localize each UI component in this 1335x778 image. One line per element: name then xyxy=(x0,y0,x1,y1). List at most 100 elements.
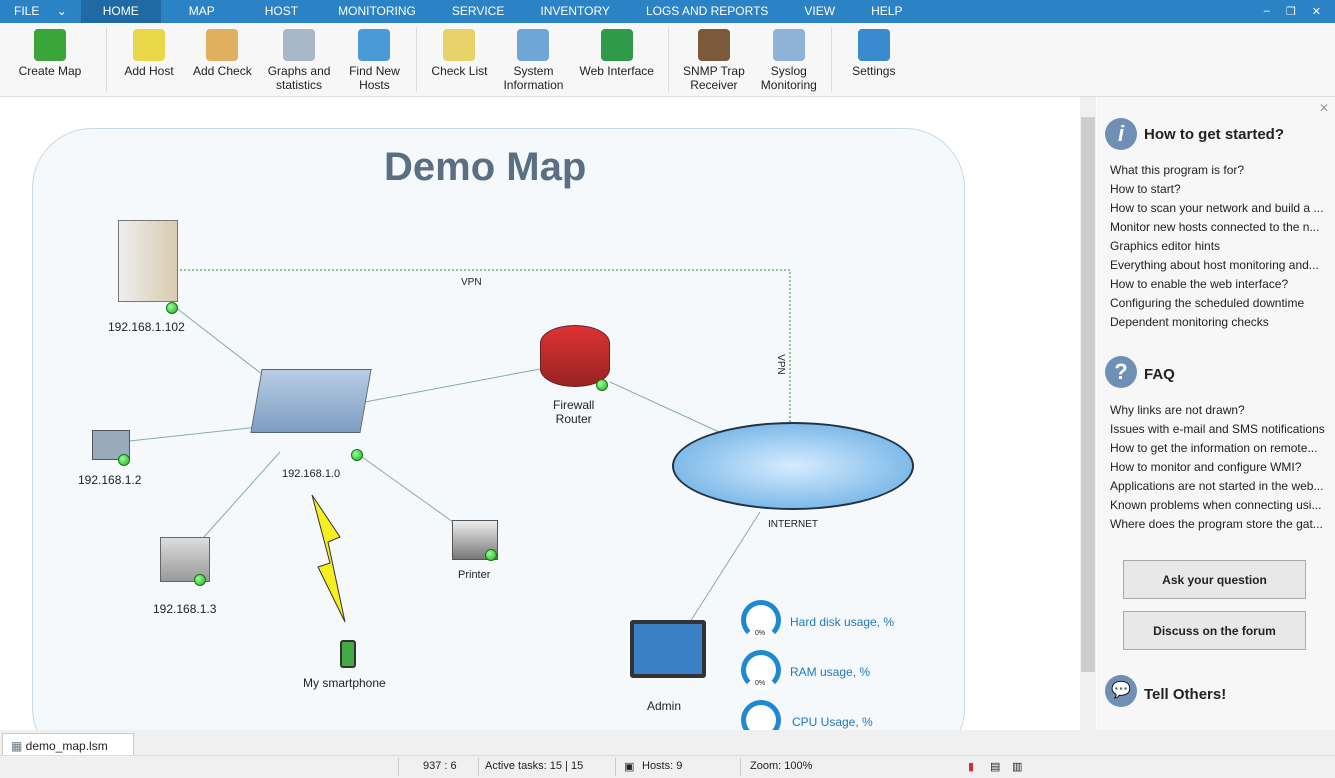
menu-view[interactable]: VIEW xyxy=(786,0,853,23)
menu-map[interactable]: MAP xyxy=(161,0,243,23)
gauge-label: RAM usage, % xyxy=(790,665,871,679)
ribbon-button-label: Graphs and statistics xyxy=(267,64,331,92)
status-ok-icon xyxy=(118,454,130,466)
menu-file[interactable]: FILE ⌄ xyxy=(0,0,81,23)
help-link[interactable]: How to start? xyxy=(1110,182,1181,196)
ribbon-system-info-button[interactable]: System Information xyxy=(495,23,571,96)
graphs-icon xyxy=(283,29,316,61)
ribbon-add-host-button[interactable]: Add Host xyxy=(113,23,185,96)
node-label: INTERNET xyxy=(768,519,818,530)
menu-service[interactable]: SERVICE xyxy=(434,0,522,23)
system-info-icon xyxy=(517,29,550,61)
syslog-icon[interactable]: ▥ xyxy=(1012,760,1022,773)
info-icon: i xyxy=(1105,118,1137,150)
document-tabs: ▦ demo_map.lsm xyxy=(0,730,1335,757)
node-label: 192.168.1.102 xyxy=(108,320,185,334)
ribbon-button-label: Web Interface xyxy=(579,64,654,78)
link-switch-printer[interactable] xyxy=(354,451,461,528)
alert-icon[interactable]: ▮ xyxy=(968,760,974,773)
ribbon-separator xyxy=(416,27,418,92)
ribbon-globe-button[interactable]: Web Interface xyxy=(571,23,661,96)
menu-inventory[interactable]: INVENTORY xyxy=(522,0,628,23)
help-link[interactable]: Where does the program store the gat... xyxy=(1110,517,1323,531)
menu-bar: FILE ⌄ HOME MAP HOST MONITORING SERVICE … xyxy=(0,0,1335,23)
restore-button[interactable]: ❐ xyxy=(1286,5,1296,18)
status-ok-icon xyxy=(194,574,206,586)
globe-icon xyxy=(600,29,633,61)
help-link[interactable]: How to enable the web interface? xyxy=(1110,277,1288,291)
scrollbar-thumb[interactable] xyxy=(1081,117,1095,672)
status-bar: 937 : 6 Active tasks: 15 | 15 ▣ Hosts: 9… xyxy=(0,755,1335,778)
help-link[interactable]: Dependent monitoring checks xyxy=(1110,315,1269,329)
ribbon-button-label: Settings xyxy=(852,64,896,78)
help-link[interactable]: Issues with e-mail and SMS notifications xyxy=(1110,422,1325,436)
status-ok-icon xyxy=(596,379,608,391)
menu-file-label: FILE xyxy=(14,4,40,18)
link-router-cloud[interactable] xyxy=(609,381,731,438)
help-link[interactable]: Applications are not started in the web.… xyxy=(1110,479,1323,493)
status-ok-icon xyxy=(485,549,497,561)
close-button[interactable]: ✕ xyxy=(1312,5,1321,18)
ribbon-gear-button[interactable]: Settings xyxy=(838,23,910,96)
ask-question-button[interactable]: Ask your question xyxy=(1123,560,1306,599)
ribbon-button-label: Add Host xyxy=(124,64,174,78)
menu-host[interactable]: HOST xyxy=(243,0,320,23)
switch-icon[interactable] xyxy=(250,369,372,433)
link-plotter-switch[interactable] xyxy=(194,451,281,548)
minimize-button[interactable]: – xyxy=(1264,5,1270,18)
help-link[interactable]: Configuring the scheduled downtime xyxy=(1110,296,1304,310)
cursor-coords: 937 : 6 xyxy=(423,760,457,772)
hosts-count: Hosts: 9 xyxy=(642,760,683,772)
help-link[interactable]: Monitor new hosts connected to the n... xyxy=(1110,220,1319,234)
ribbon-create-map-button[interactable]: Create Map xyxy=(0,23,100,96)
ribbon-syslog-button[interactable]: Syslog Monitoring xyxy=(753,23,825,96)
forum-button[interactable]: Discuss on the forum xyxy=(1123,611,1306,650)
smartphone-icon[interactable] xyxy=(340,640,356,668)
node-label: 192.168.1.3 xyxy=(153,602,217,616)
tab-label: demo_map.lsm xyxy=(25,739,108,753)
link-switch-router[interactable] xyxy=(364,368,541,403)
node-label: Admin xyxy=(647,699,682,713)
help-link[interactable]: Known problems when connecting usi... xyxy=(1110,498,1321,512)
ribbon-graphs-button[interactable]: Graphs and statistics xyxy=(260,23,339,96)
help-link[interactable]: How to monitor and configure WMI? xyxy=(1110,460,1301,474)
node-label: Firewall Router xyxy=(553,398,595,426)
help-link[interactable]: Why links are not drawn? xyxy=(1110,403,1245,417)
map-canvas[interactable]: Demo Map VPN VPN 192.168.1.102 192.168.1… xyxy=(0,97,1080,730)
ribbon-snmp-trap-button[interactable]: SNMP Trap Receiver xyxy=(675,23,753,96)
ribbon-add-check-button[interactable]: Add Check xyxy=(185,23,260,96)
menu-logs-reports[interactable]: LOGS AND REPORTS xyxy=(628,0,786,23)
gauge-label: Hard disk usage, % xyxy=(790,615,895,629)
ribbon-button-label: Syslog Monitoring xyxy=(760,64,817,92)
add-host-icon xyxy=(133,29,165,61)
snmp-trap-icon xyxy=(697,29,730,61)
menu-monitoring[interactable]: MONITORING xyxy=(320,0,434,23)
syslog-icon xyxy=(772,29,805,61)
menu-home[interactable]: HOME xyxy=(80,0,161,23)
help-link[interactable]: How to get the information on remote... xyxy=(1110,441,1317,455)
server-icon[interactable] xyxy=(118,220,178,302)
help-link[interactable]: What this program is for? xyxy=(1110,163,1244,177)
close-panel-icon[interactable]: ✕ xyxy=(1319,101,1329,115)
router-icon[interactable] xyxy=(540,325,610,387)
snmp-icon[interactable]: ▤ xyxy=(990,760,1000,773)
section-title: FAQ xyxy=(1144,366,1175,383)
ribbon-button-label: System Information xyxy=(503,64,564,92)
add-check-icon xyxy=(206,29,239,61)
chevron-down-icon: ⌄ xyxy=(56,4,67,18)
help-link[interactable]: How to scan your network and build a ... xyxy=(1110,201,1323,215)
ribbon-button-label: Add Check xyxy=(193,64,252,78)
active-tasks: Active tasks: 15 | 15 xyxy=(485,760,584,772)
ribbon-check-list-button[interactable]: Check List xyxy=(423,23,495,96)
cloud-icon[interactable] xyxy=(672,422,914,510)
help-link[interactable]: Graphics editor hints xyxy=(1110,239,1220,253)
ribbon-find-hosts-button[interactable]: Find New Hosts xyxy=(338,23,410,96)
ribbon-button-label: Check List xyxy=(431,64,488,78)
node-label: 192.168.1.2 xyxy=(78,473,142,487)
ribbon-separator xyxy=(106,27,107,92)
tab-demo-map[interactable]: ▦ demo_map.lsm xyxy=(2,733,134,757)
laptop-icon[interactable] xyxy=(630,620,706,678)
help-link[interactable]: Everything about host monitoring and... xyxy=(1110,258,1319,272)
link-workstation-switch[interactable] xyxy=(119,426,259,443)
menu-help[interactable]: HELP xyxy=(853,0,920,23)
